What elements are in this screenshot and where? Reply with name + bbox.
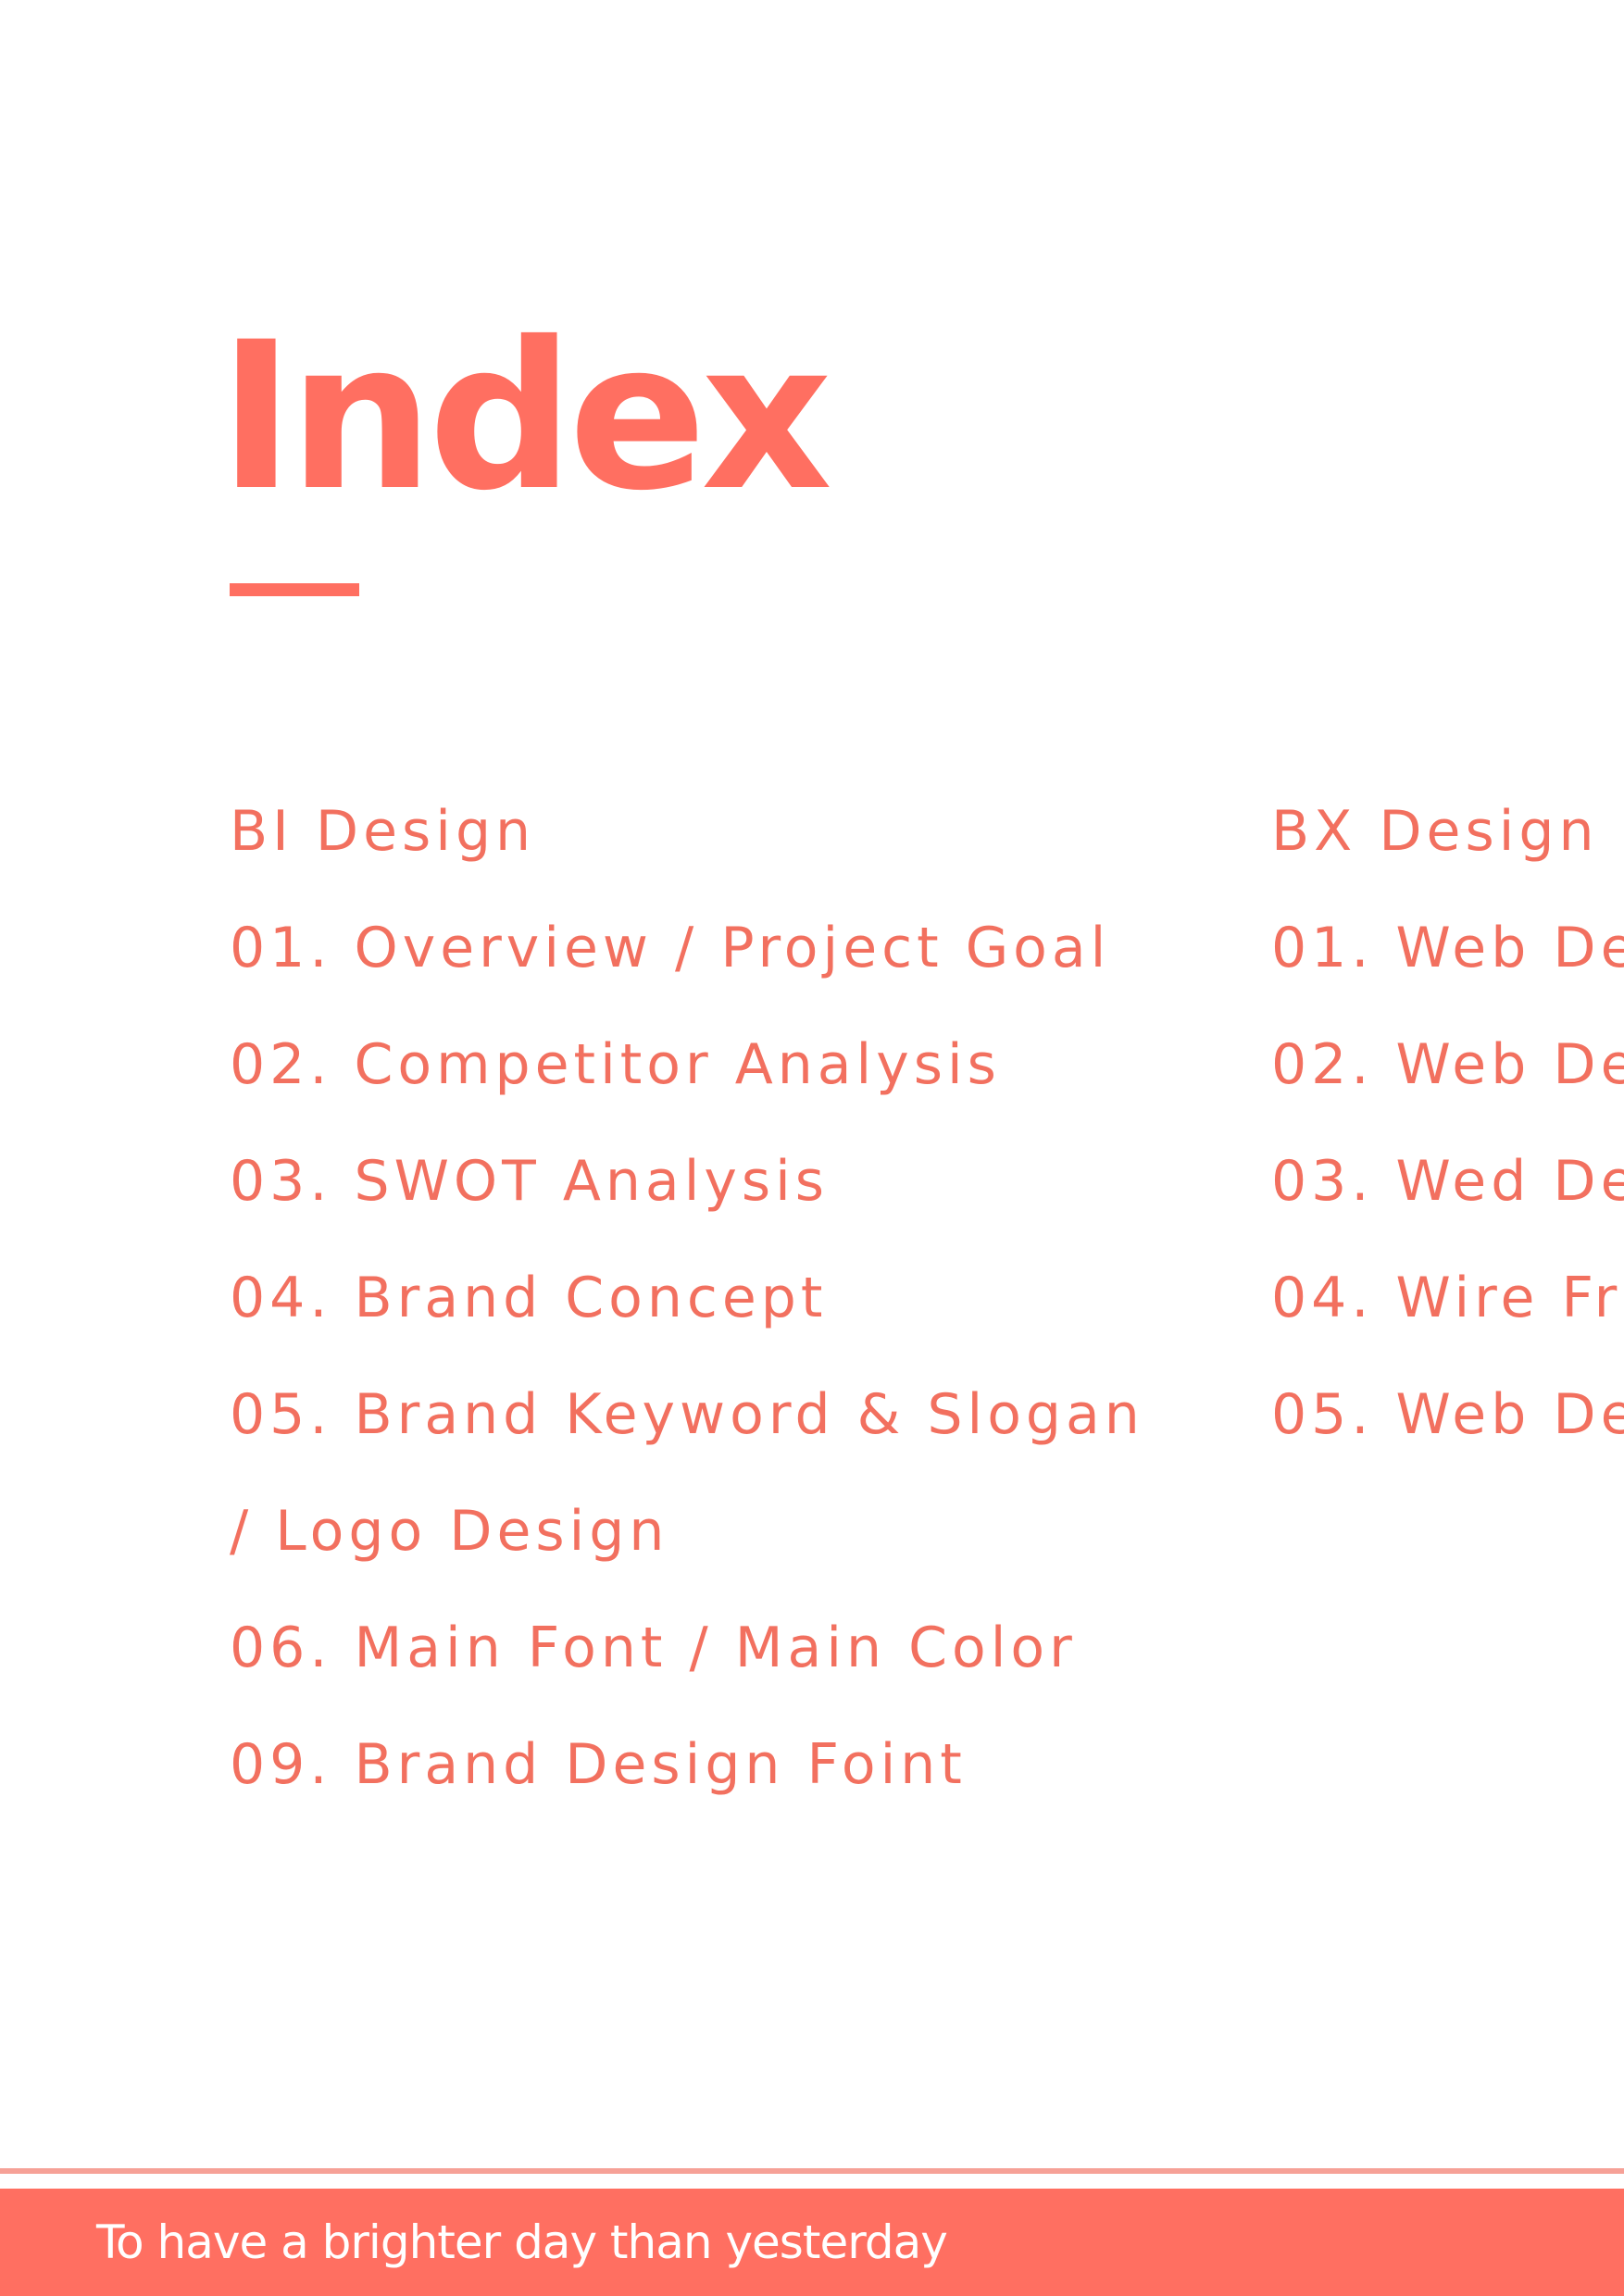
page-title: Index	[219, 298, 832, 535]
bx-item-3: 03. Wed Des	[1271, 1149, 1624, 1214]
bi-item-competitor-analysis: 02. Competitor Analysis	[230, 1032, 1001, 1097]
bi-item-brand-concept: 04. Brand Concept	[230, 1266, 828, 1330]
bi-item-overview: 01. Overview / Project Goal	[230, 916, 1111, 980]
bx-item-4: 04. Wire Fra	[1271, 1266, 1624, 1330]
bi-item-logo-design: / Logo Design	[230, 1499, 669, 1564]
bi-design-section: BI Design 01. Overview / Project Goal 02…	[230, 773, 1239, 1823]
bx-item-1: 01. Web De	[1271, 916, 1624, 980]
title-underline	[230, 583, 359, 596]
bx-item-2: 02. Web De	[1271, 1032, 1624, 1097]
bi-item-swot-analysis: 03. SWOT Analysis	[230, 1149, 830, 1214]
footer-tagline: To have a brighter day than yesterday	[96, 2215, 948, 2269]
bx-item-5: 05. Web De	[1271, 1382, 1624, 1447]
bi-item-brand-design-foint: 09. Brand Design Foint	[230, 1732, 967, 1797]
footer-bar: To have a brighter day than yesterday	[0, 2189, 1624, 2296]
footer-divider	[0, 2168, 1624, 2174]
bx-design-heading: BX Design	[1271, 799, 1599, 864]
bx-design-section: BX Design 01. Web De 02. Web De 03. Wed …	[1271, 773, 1624, 1473]
bi-item-brand-keyword: 05. Brand Keyword & Slogan	[230, 1382, 1144, 1447]
bi-design-heading: BI Design	[230, 799, 536, 864]
bi-item-main-font: 06. Main Font / Main Color	[230, 1616, 1077, 1680]
